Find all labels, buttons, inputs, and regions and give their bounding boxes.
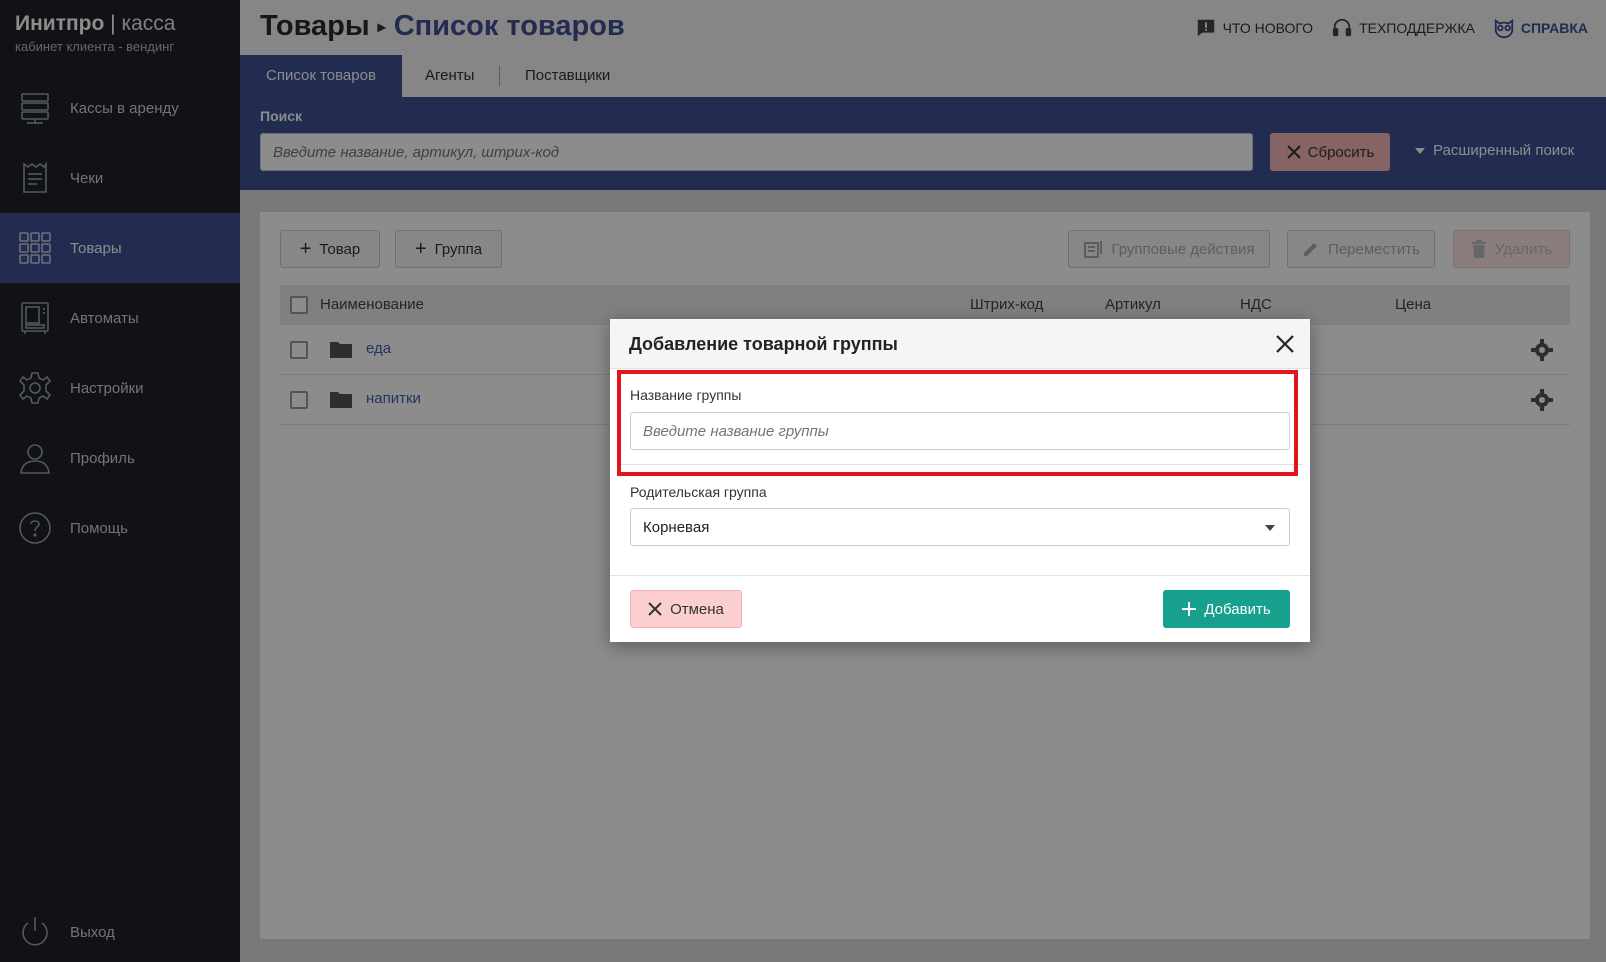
- dialog-title: Добавление товарной группы: [629, 334, 898, 354]
- caret-down-icon: [1265, 525, 1275, 531]
- parent-group-value: Корневая: [643, 519, 710, 536]
- cancel-label: Отмена: [670, 600, 724, 618]
- plus-icon: [1182, 602, 1197, 616]
- dialog-header: Добавление товарной группы: [610, 319, 1310, 369]
- parent-group-select[interactable]: Корневая: [630, 508, 1290, 546]
- cancel-button[interactable]: Отмена: [630, 590, 742, 628]
- add-label: Добавить: [1204, 600, 1271, 618]
- highlight-frame: [617, 370, 1298, 476]
- add-button[interactable]: Добавить: [1163, 590, 1290, 628]
- close-icon: [648, 602, 662, 616]
- divider: [610, 575, 1310, 576]
- parent-group-label: Родительская группа: [630, 484, 767, 500]
- add-group-dialog: Добавление товарной группы Название груп…: [610, 319, 1310, 642]
- close-icon[interactable]: [1274, 333, 1296, 355]
